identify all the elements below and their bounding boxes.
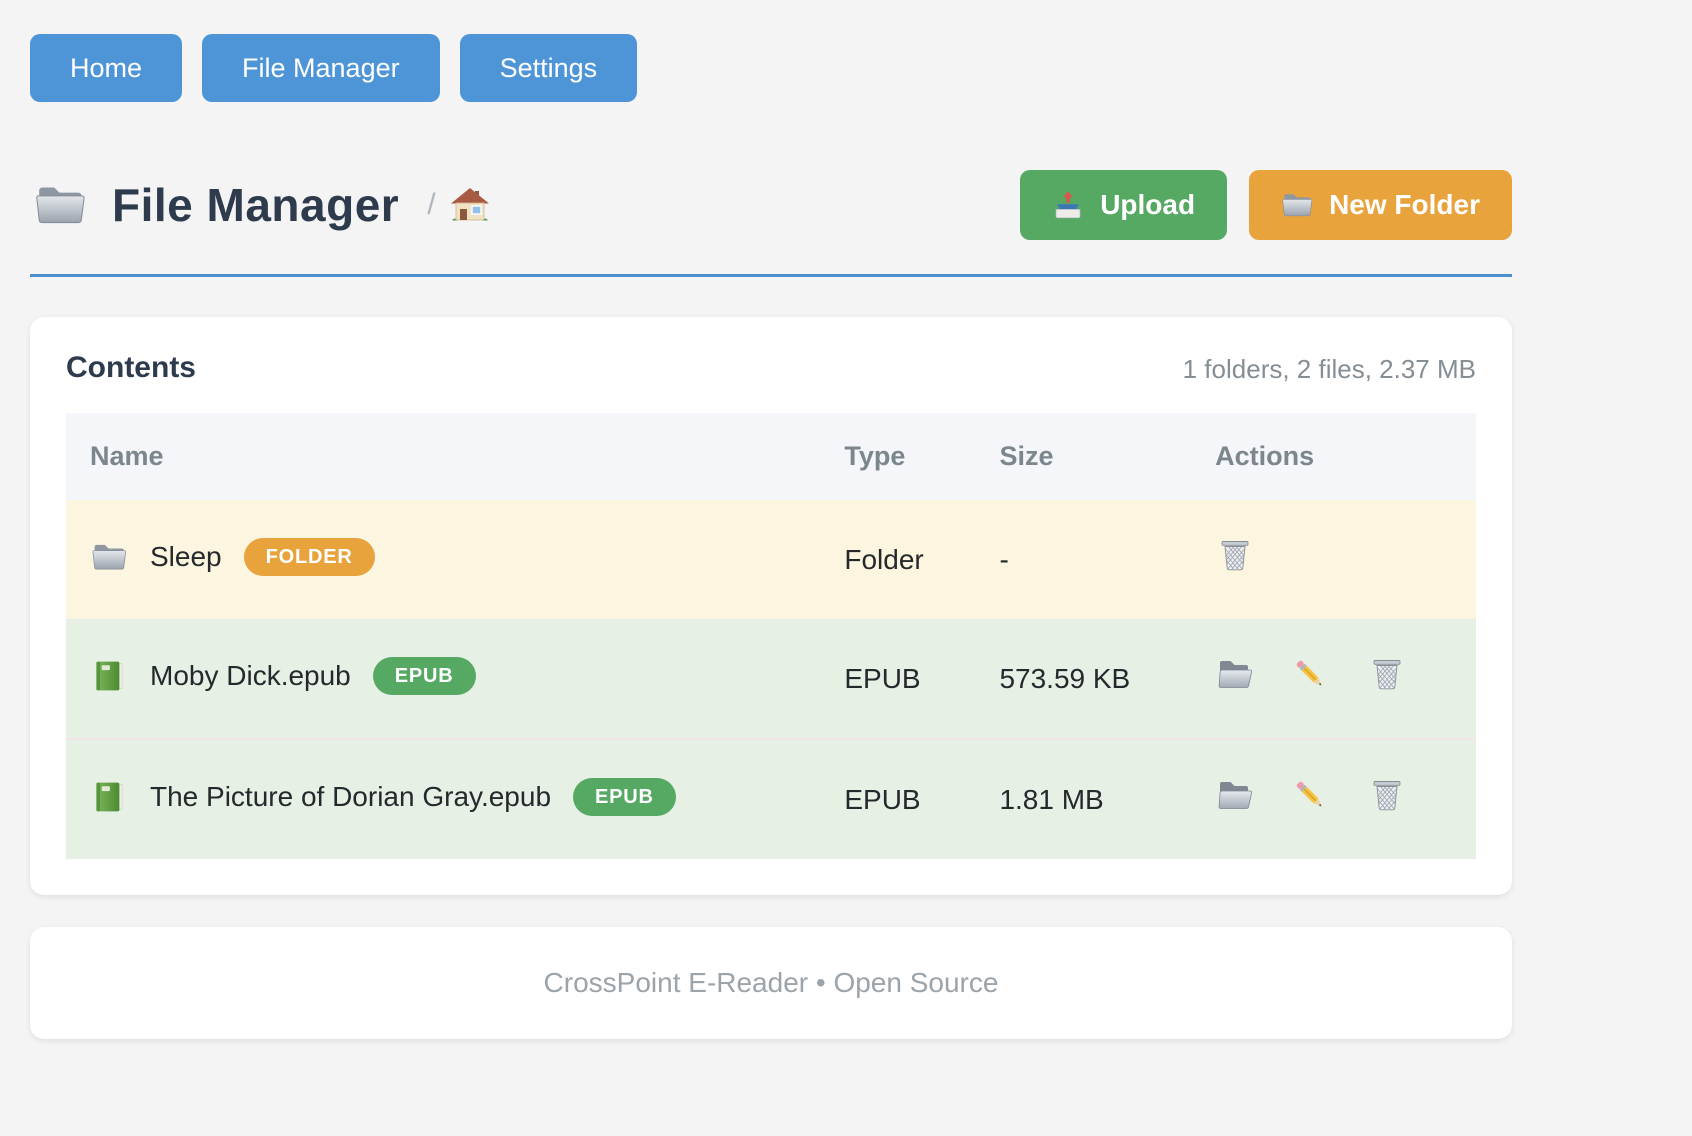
pencil-icon[interactable] xyxy=(1291,776,1331,816)
page-title: File Manager xyxy=(112,178,399,232)
column-header-size: Size xyxy=(975,413,1191,500)
footer-card: CrossPoint E-Reader • Open Source xyxy=(30,927,1512,1039)
entry-name: Sleep xyxy=(150,541,222,573)
column-header-actions: Actions xyxy=(1191,413,1476,500)
entry-type: EPUB xyxy=(820,739,975,859)
book-icon xyxy=(90,658,128,694)
column-header-type: Type xyxy=(820,413,975,500)
title-group: File Manager / xyxy=(30,178,490,232)
entry-link[interactable]: Sleep FOLDER xyxy=(90,538,375,576)
table-row: Moby Dick.epub EPUB EPUB 573.59 KB xyxy=(66,619,1476,739)
contents-title: Contents xyxy=(66,351,196,385)
trash-icon[interactable] xyxy=(1215,536,1255,576)
folder-icon xyxy=(1281,189,1313,221)
top-nav: Home File Manager Settings xyxy=(30,0,1512,102)
contents-table: Name Type Size Actions Sleep FOLDER Fold… xyxy=(66,413,1476,859)
column-header-name: Name xyxy=(66,413,820,500)
folder-icon xyxy=(30,179,90,231)
entry-link[interactable]: Moby Dick.epub EPUB xyxy=(90,657,476,695)
header-buttons: Upload New Folder xyxy=(1020,170,1512,240)
footer-text: CrossPoint E-Reader • Open Source xyxy=(544,967,999,999)
page-container: Home File Manager Settings File Manager … xyxy=(30,0,1512,1039)
entry-actions xyxy=(1191,739,1476,859)
type-badge: EPUB xyxy=(373,657,476,695)
table-header-row: Name Type Size Actions xyxy=(66,413,1476,500)
entry-size: - xyxy=(975,500,1191,619)
pencil-icon[interactable] xyxy=(1291,655,1331,695)
contents-card-header: Contents 1 folders, 2 files, 2.37 MB xyxy=(66,351,1476,385)
entry-name: Moby Dick.epub xyxy=(150,660,351,692)
nav-file-manager-button[interactable]: File Manager xyxy=(202,34,440,102)
entry-type: EPUB xyxy=(820,619,975,739)
upload-button[interactable]: Upload xyxy=(1020,170,1227,240)
open-folder-icon[interactable] xyxy=(1215,776,1255,816)
contents-card: Contents 1 folders, 2 files, 2.37 MB Nam… xyxy=(30,317,1512,895)
entry-actions xyxy=(1191,500,1476,619)
type-badge: FOLDER xyxy=(244,538,375,576)
page-header: File Manager / Upload New Folder xyxy=(30,170,1512,240)
nav-settings-button[interactable]: Settings xyxy=(460,34,638,102)
contents-summary: 1 folders, 2 files, 2.37 MB xyxy=(1183,354,1476,385)
new-folder-button-label: New Folder xyxy=(1329,189,1480,221)
table-row: Sleep FOLDER Folder - xyxy=(66,500,1476,619)
entry-size: 1.81 MB xyxy=(975,739,1191,859)
upload-button-label: Upload xyxy=(1100,189,1195,221)
title-divider xyxy=(30,274,1512,277)
contents-table-body: Sleep FOLDER Folder - Moby Dick.epub EPU… xyxy=(66,500,1476,859)
book-icon xyxy=(90,779,128,815)
upload-icon xyxy=(1052,189,1084,221)
folder-icon xyxy=(90,539,128,575)
open-folder-icon[interactable] xyxy=(1215,655,1255,695)
trash-icon[interactable] xyxy=(1367,776,1407,816)
trash-icon[interactable] xyxy=(1367,655,1407,695)
new-folder-button[interactable]: New Folder xyxy=(1249,170,1512,240)
entry-actions xyxy=(1191,619,1476,739)
breadcrumb: / xyxy=(427,185,489,225)
entry-link[interactable]: The Picture of Dorian Gray.epub EPUB xyxy=(90,778,676,816)
house-icon[interactable] xyxy=(450,185,490,225)
breadcrumb-separator: / xyxy=(427,188,435,222)
table-row: The Picture of Dorian Gray.epub EPUB EPU… xyxy=(66,739,1476,859)
nav-home-button[interactable]: Home xyxy=(30,34,182,102)
type-badge: EPUB xyxy=(573,778,676,816)
entry-size: 573.59 KB xyxy=(975,619,1191,739)
entry-type: Folder xyxy=(820,500,975,619)
entry-name: The Picture of Dorian Gray.epub xyxy=(150,781,551,813)
